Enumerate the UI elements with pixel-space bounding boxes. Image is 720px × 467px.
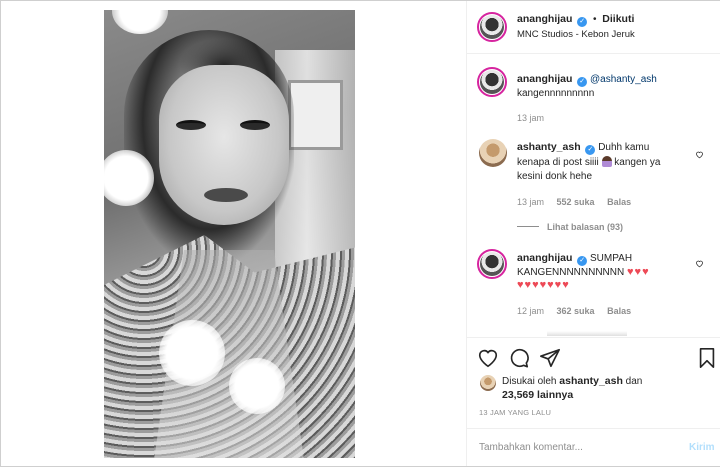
verified-badge-icon: ✓ bbox=[577, 256, 588, 266]
comment-line-2: kenapa di post siiii kangen ya bbox=[517, 156, 660, 168]
comment-likes[interactable]: 362 suka bbox=[557, 306, 595, 316]
comment-username[interactable]: ashanty_ash bbox=[517, 141, 581, 153]
avatar[interactable] bbox=[480, 15, 504, 39]
verified-badge-icon: ✓ bbox=[577, 77, 588, 87]
comment-username[interactable]: ananghijau bbox=[517, 252, 572, 264]
instagram-post-frame: ananghijau ✓ • Diikuti MNC Studios - Keb… bbox=[0, 0, 720, 467]
caption-mention-link[interactable]: @ashanty_ash bbox=[590, 74, 657, 85]
caption-avatar[interactable] bbox=[480, 70, 504, 94]
comment-text: kangen ya bbox=[614, 157, 661, 168]
likes-conj: dan bbox=[625, 376, 643, 387]
caption-username[interactable]: ananghijau bbox=[517, 73, 572, 85]
post-side-panel: ananghijau ✓ • Diikuti MNC Studios - Keb… bbox=[466, 1, 720, 466]
divider-line bbox=[517, 226, 539, 227]
comment-text: kesini donk hehe bbox=[517, 171, 593, 182]
comment-meta: 13 jam 552 suka Balas bbox=[517, 197, 631, 207]
comment-line-1: ashanty_ash ✓ Duhh kamu bbox=[517, 141, 649, 155]
comment-line-1: ananghijau ✓ SUMPAH bbox=[517, 252, 632, 266]
photo-eye-left bbox=[176, 120, 206, 130]
share-paper-plane-icon[interactable] bbox=[539, 347, 561, 369]
photo-bokeh-bottom-left bbox=[159, 320, 225, 386]
like-comment-heart-icon[interactable] bbox=[695, 259, 704, 268]
header-separator: • bbox=[593, 14, 597, 25]
like-comment-heart-icon[interactable] bbox=[695, 150, 704, 159]
comment-time: 12 jam bbox=[517, 306, 545, 316]
comment-text: SUMPAH bbox=[590, 253, 633, 264]
submit-comment-button[interactable]: Kirim bbox=[689, 442, 715, 453]
comment-text: KANGENNNNNNNNNN bbox=[517, 267, 625, 278]
comment-text: Duhh kamu bbox=[598, 142, 650, 153]
comment-avatar[interactable] bbox=[480, 252, 504, 276]
like-heart-icon[interactable] bbox=[477, 347, 499, 369]
comment-avatar[interactable] bbox=[479, 139, 507, 167]
caption-text: kangennnnnnnnn bbox=[517, 88, 595, 99]
caption-line: ananghijau ✓ @ashanty_ash bbox=[517, 73, 657, 87]
woman-emoji-icon bbox=[601, 156, 612, 167]
header-username[interactable]: ananghijau bbox=[517, 13, 572, 25]
reply-button[interactable]: Balas bbox=[607, 197, 631, 207]
comment-meta: 12 jam 362 suka Balas bbox=[517, 306, 631, 316]
likes-line-1: Disukai oleh ashanty_ash dan bbox=[502, 375, 642, 387]
photo-window-frame bbox=[288, 80, 343, 150]
comment-form: Tambahkan komentar... Kirim bbox=[467, 428, 720, 466]
liker-username[interactable]: ashanty_ash bbox=[559, 375, 623, 387]
photo-eye-right bbox=[240, 120, 270, 130]
likes-prefix: Disukai oleh bbox=[502, 376, 557, 387]
photo-bokeh-bottom-right bbox=[229, 358, 285, 414]
reply-button[interactable]: Balas bbox=[607, 306, 631, 316]
comment-likes[interactable]: 552 suka bbox=[557, 197, 595, 207]
likes-count[interactable]: 23,569 lainnya bbox=[502, 389, 573, 401]
post-media-panel bbox=[1, 1, 466, 466]
verified-badge-icon: ✓ bbox=[585, 145, 596, 155]
post-timestamp[interactable]: 13 JAM YANG LALU bbox=[479, 408, 551, 417]
caption-time: 13 jam bbox=[517, 113, 545, 123]
post-location[interactable]: MNC Studios - Kebon Jeruk bbox=[517, 29, 635, 40]
header-user-row: ananghijau ✓ • Diikuti bbox=[517, 13, 634, 27]
post-photo[interactable] bbox=[104, 10, 355, 458]
post-header: ananghijau ✓ • Diikuti MNC Studios - Keb… bbox=[467, 1, 720, 54]
view-replies-button[interactable]: Lihat balasan (93) bbox=[517, 222, 623, 232]
photo-bokeh-top bbox=[112, 10, 168, 34]
verified-badge-icon: ✓ bbox=[577, 17, 588, 27]
comment-time: 13 jam bbox=[517, 197, 545, 207]
follow-status-button[interactable]: Diikuti bbox=[602, 13, 634, 25]
comment-line-2: KANGENNNNNNNNNN ♥♥♥ bbox=[517, 266, 650, 278]
photo-lips bbox=[204, 188, 248, 202]
red-heart-emoji-icon: ♥♥♥♥♥♥♥ bbox=[517, 279, 570, 291]
save-bookmark-icon[interactable] bbox=[696, 347, 718, 369]
liker-avatar[interactable] bbox=[480, 375, 496, 391]
red-heart-emoji-icon: ♥♥♥ bbox=[627, 266, 650, 278]
comment-bubble-icon[interactable] bbox=[508, 347, 530, 369]
scroll-fade bbox=[547, 331, 627, 336]
view-replies-label: Lihat balasan (93) bbox=[547, 222, 624, 232]
comment-text: kenapa di post siiii bbox=[517, 157, 599, 168]
comment-input[interactable]: Tambahkan komentar... bbox=[479, 442, 583, 453]
